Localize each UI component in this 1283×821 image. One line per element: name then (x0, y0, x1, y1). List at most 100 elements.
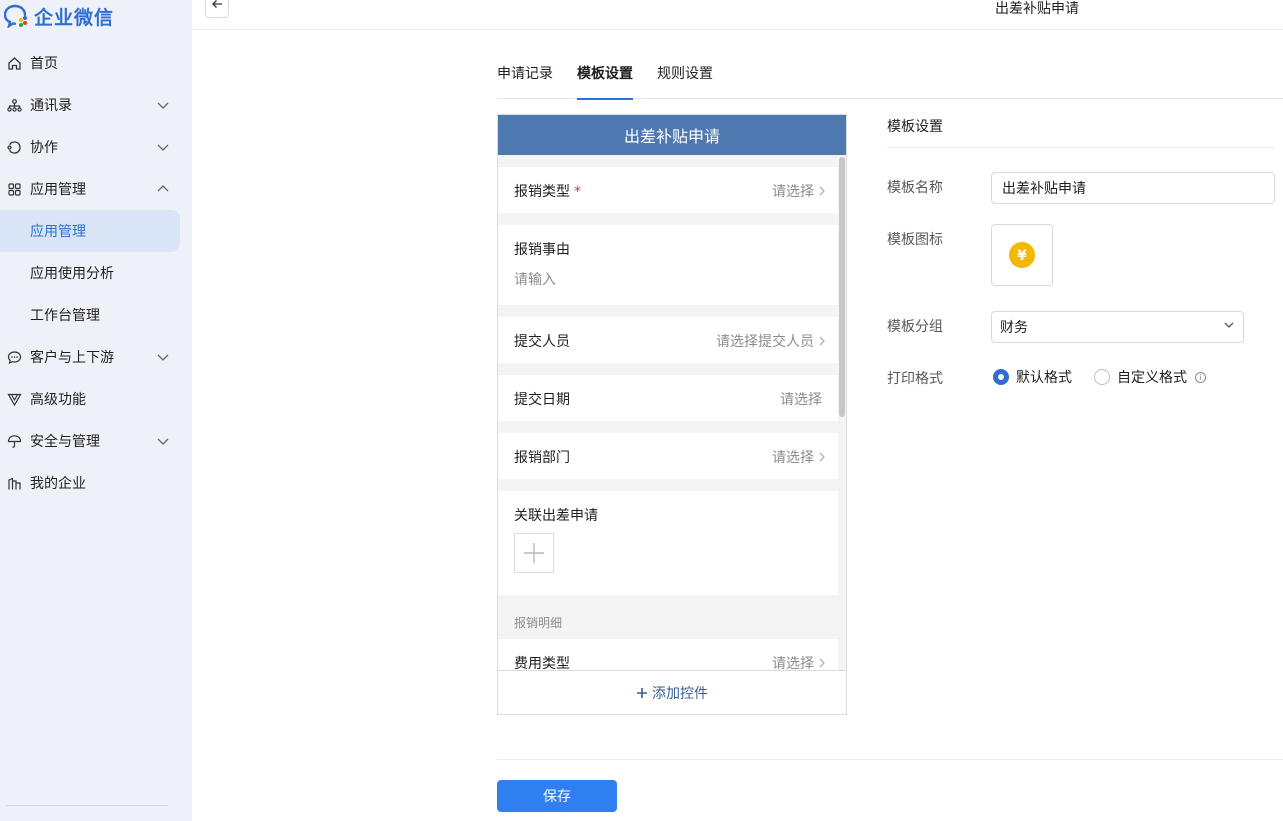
advanced-icon (6, 391, 22, 407)
chat-icon (6, 349, 22, 365)
sidebar-subitem-app-management[interactable]: 应用管理 (0, 210, 180, 252)
sidebar-item-label: 通讯录 (30, 98, 72, 114)
preview-scrollbar[interactable] (839, 157, 845, 417)
chevron-right-icon (819, 658, 825, 668)
field-value: 请选择 (772, 653, 826, 671)
preview-field-related-trip[interactable]: 关联出差申请 (498, 491, 838, 595)
preview-field-submitter[interactable]: 提交人员 请选择提交人员 (498, 317, 838, 363)
chevron-down-icon (1223, 319, 1235, 335)
plus-icon (637, 687, 647, 698)
tab-template-settings[interactable]: 模板设置 (577, 62, 633, 100)
radio-checked-icon (993, 369, 1009, 385)
wecom-logo-icon (3, 4, 30, 29)
add-attachment-button[interactable] (514, 533, 554, 573)
sidebar-item-collab[interactable]: 协作 (0, 126, 192, 168)
preview-field-submit-date[interactable]: 提交日期 请选择 (498, 375, 838, 421)
field-label: 费用类型 (514, 656, 570, 671)
org-icon (6, 97, 22, 113)
field-label: 报销类型 * (514, 181, 581, 201)
add-control-button[interactable]: 添加控件 (498, 670, 846, 714)
template-name-label: 模板名称 (887, 180, 943, 196)
chevron-down-icon (156, 350, 170, 364)
field-value: 请选择提交人员 (716, 331, 826, 351)
building-icon (6, 475, 22, 491)
sidebar-item-app-management[interactable]: 应用管理 (0, 168, 192, 210)
sidebar-item-label: 我的企业 (30, 476, 86, 492)
radio-label: 默认格式 (1016, 370, 1072, 386)
sidebar-item-contacts[interactable]: 通讯录 (0, 84, 192, 126)
field-label-text: 报销类型 (514, 184, 570, 200)
sidebar: 企业微信 首页 通讯录 协作 应用管理 应用管理 应用使用分析 工作台管理 客户… (0, 0, 192, 821)
preview-field-department[interactable]: 报销部门 请选择 (498, 433, 838, 479)
chevron-up-icon (156, 182, 170, 196)
chevron-right-icon (819, 452, 825, 462)
radio-label: 自定义格式 (1117, 370, 1187, 386)
preview-field-expense-reason[interactable]: 报销事由 请输入 (498, 225, 838, 305)
info-icon[interactable]: i (1195, 371, 1206, 383)
field-value-text: 请选择提交人员 (716, 334, 814, 350)
plus-icon (524, 543, 544, 563)
template-icon-label: 模板图标 (887, 232, 943, 248)
required-mark: * (574, 184, 581, 200)
radio-unchecked-icon (1094, 369, 1110, 385)
template-name-input[interactable] (991, 172, 1275, 204)
chevron-down-icon (156, 140, 170, 154)
field-label: 提交日期 (514, 392, 570, 408)
chevron-right-icon (819, 336, 825, 346)
collab-icon (6, 139, 22, 155)
sidebar-nav: 首页 通讯录 协作 应用管理 应用管理 应用使用分析 工作台管理 客户与上下游 … (0, 42, 192, 504)
arrow-left-icon (211, 0, 223, 14)
print-format-radio-group: 默认格式 自定义格式 i (993, 367, 1206, 387)
preview-body[interactable]: 报销类型 * 请选择 报销事由 请输入 提交人员 请选择提交人员 提交日期 请选择… (498, 155, 838, 671)
field-value-text: 请选择 (772, 656, 814, 671)
sidebar-item-home[interactable]: 首页 (0, 42, 192, 84)
template-group-select[interactable]: 财务 (991, 311, 1244, 343)
chevron-down-icon (156, 98, 170, 112)
settings-title: 模板设置 (887, 119, 943, 135)
group-label: 报销明细 (514, 616, 563, 630)
save-button[interactable]: 保存 (497, 780, 617, 812)
sidebar-item-advanced[interactable]: 高级功能 (0, 378, 192, 420)
tab-application-records[interactable]: 申请记录 (497, 62, 553, 99)
field-value: 请选择 (772, 447, 826, 467)
field-value-text: 请选择 (772, 450, 814, 466)
field-value: 请选择 (780, 392, 822, 408)
home-icon (6, 55, 22, 71)
preview-title: 出差补贴申请 (498, 115, 846, 155)
field-label: 报销部门 (514, 450, 570, 466)
app-logo[interactable]: 企业微信 (3, 4, 115, 29)
chevron-down-icon (156, 434, 170, 448)
page-title: 出差补贴申请 (995, 1, 1079, 17)
field-value: 请选择 (772, 181, 826, 201)
radio-custom-format[interactable]: 自定义格式 (1094, 367, 1187, 387)
add-control-label: 添加控件 (652, 685, 708, 702)
sidebar-item-security[interactable]: 安全与管理 (0, 420, 192, 462)
sidebar-item-label: 客户与上下游 (30, 350, 114, 366)
sidebar-subitem-workbench[interactable]: 工作台管理 (0, 294, 192, 336)
umbrella-icon (6, 433, 22, 449)
tab-bar: 申请记录 模板设置 规则设置 (497, 62, 1283, 100)
bottom-divider (497, 759, 1283, 760)
back-button[interactable] (205, 0, 229, 18)
form-preview: 出差补贴申请 报销类型 * 请选择 报销事由 请输入 提交人员 请选择提交人员 提… (497, 114, 847, 715)
app-name: 企业微信 (34, 6, 115, 29)
preview-field-cost-type[interactable]: 费用类型 请选择 (498, 639, 838, 671)
sidebar-item-my-enterprise[interactable]: 我的企业 (0, 462, 192, 504)
field-placeholder: 请输入 (514, 272, 556, 288)
sidebar-subitem-usage-analysis[interactable]: 应用使用分析 (0, 252, 192, 294)
field-value-text: 请选择 (772, 184, 814, 200)
sidebar-divider (6, 805, 168, 806)
sidebar-item-label: 高级功能 (30, 392, 86, 408)
preview-field-expense-type[interactable]: 报销类型 * 请选择 (498, 167, 838, 213)
top-bar: 出差补贴申请 (192, 0, 1283, 30)
field-label: 报销事由 (514, 242, 570, 258)
settings-divider (887, 147, 1275, 148)
field-label: 关联出差申请 (514, 508, 598, 524)
sidebar-item-label: 应用管理 (30, 182, 86, 198)
radio-default-format[interactable]: 默认格式 (993, 367, 1072, 387)
template-icon-picker[interactable]: ¥ (991, 224, 1053, 286)
print-format-label: 打印格式 (887, 371, 943, 387)
tab-rule-settings[interactable]: 规则设置 (657, 62, 713, 99)
sidebar-item-customers[interactable]: 客户与上下游 (0, 336, 192, 378)
chevron-right-icon (819, 186, 825, 196)
